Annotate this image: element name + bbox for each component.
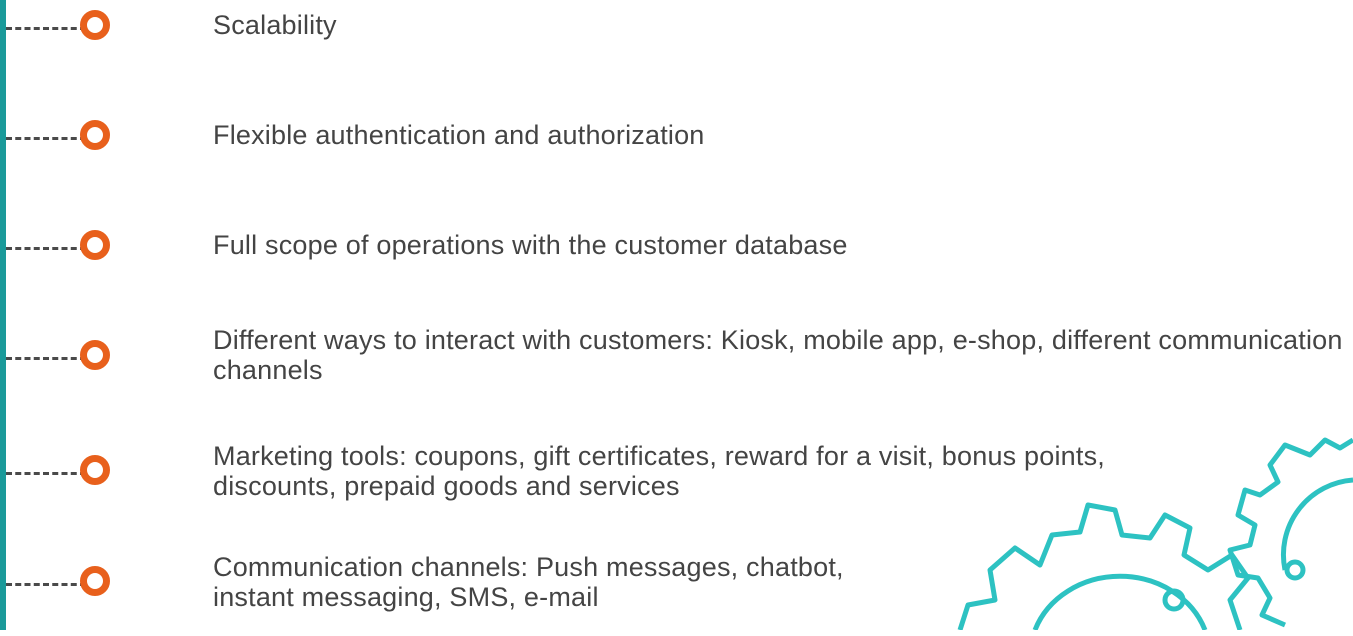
dashed-connector xyxy=(6,27,86,30)
feature-text: Scalability xyxy=(213,10,337,40)
dashed-connector xyxy=(6,247,86,250)
feature-text: Communication channels: Push messages, c… xyxy=(213,552,844,612)
ring-node-icon xyxy=(80,340,110,370)
small-gear xyxy=(1227,437,1353,628)
feature-item-interaction-ways: Different ways to interact with customer… xyxy=(0,325,1353,410)
ring-node-icon xyxy=(80,566,110,596)
dashed-connector xyxy=(6,583,86,586)
gears-icon xyxy=(957,437,1353,630)
feature-text: Different ways to interact with customer… xyxy=(213,325,1343,385)
feature-item-scalability: Scalability xyxy=(0,0,1353,80)
ring-node-icon xyxy=(80,120,110,150)
feature-item-customer-database: Full scope of operations with the custom… xyxy=(0,220,1353,300)
feature-text: Full scope of operations with the custom… xyxy=(213,230,848,260)
dashed-connector xyxy=(6,357,86,360)
ring-node-icon xyxy=(80,10,110,40)
dashed-connector xyxy=(6,472,86,475)
dashed-connector xyxy=(6,137,86,140)
ring-node-icon xyxy=(80,455,110,485)
feature-text: Flexible authentication and authorizatio… xyxy=(213,120,705,150)
feature-item-authentication: Flexible authentication and authorizatio… xyxy=(0,110,1353,190)
large-gear xyxy=(957,502,1251,630)
ring-node-icon xyxy=(80,230,110,260)
